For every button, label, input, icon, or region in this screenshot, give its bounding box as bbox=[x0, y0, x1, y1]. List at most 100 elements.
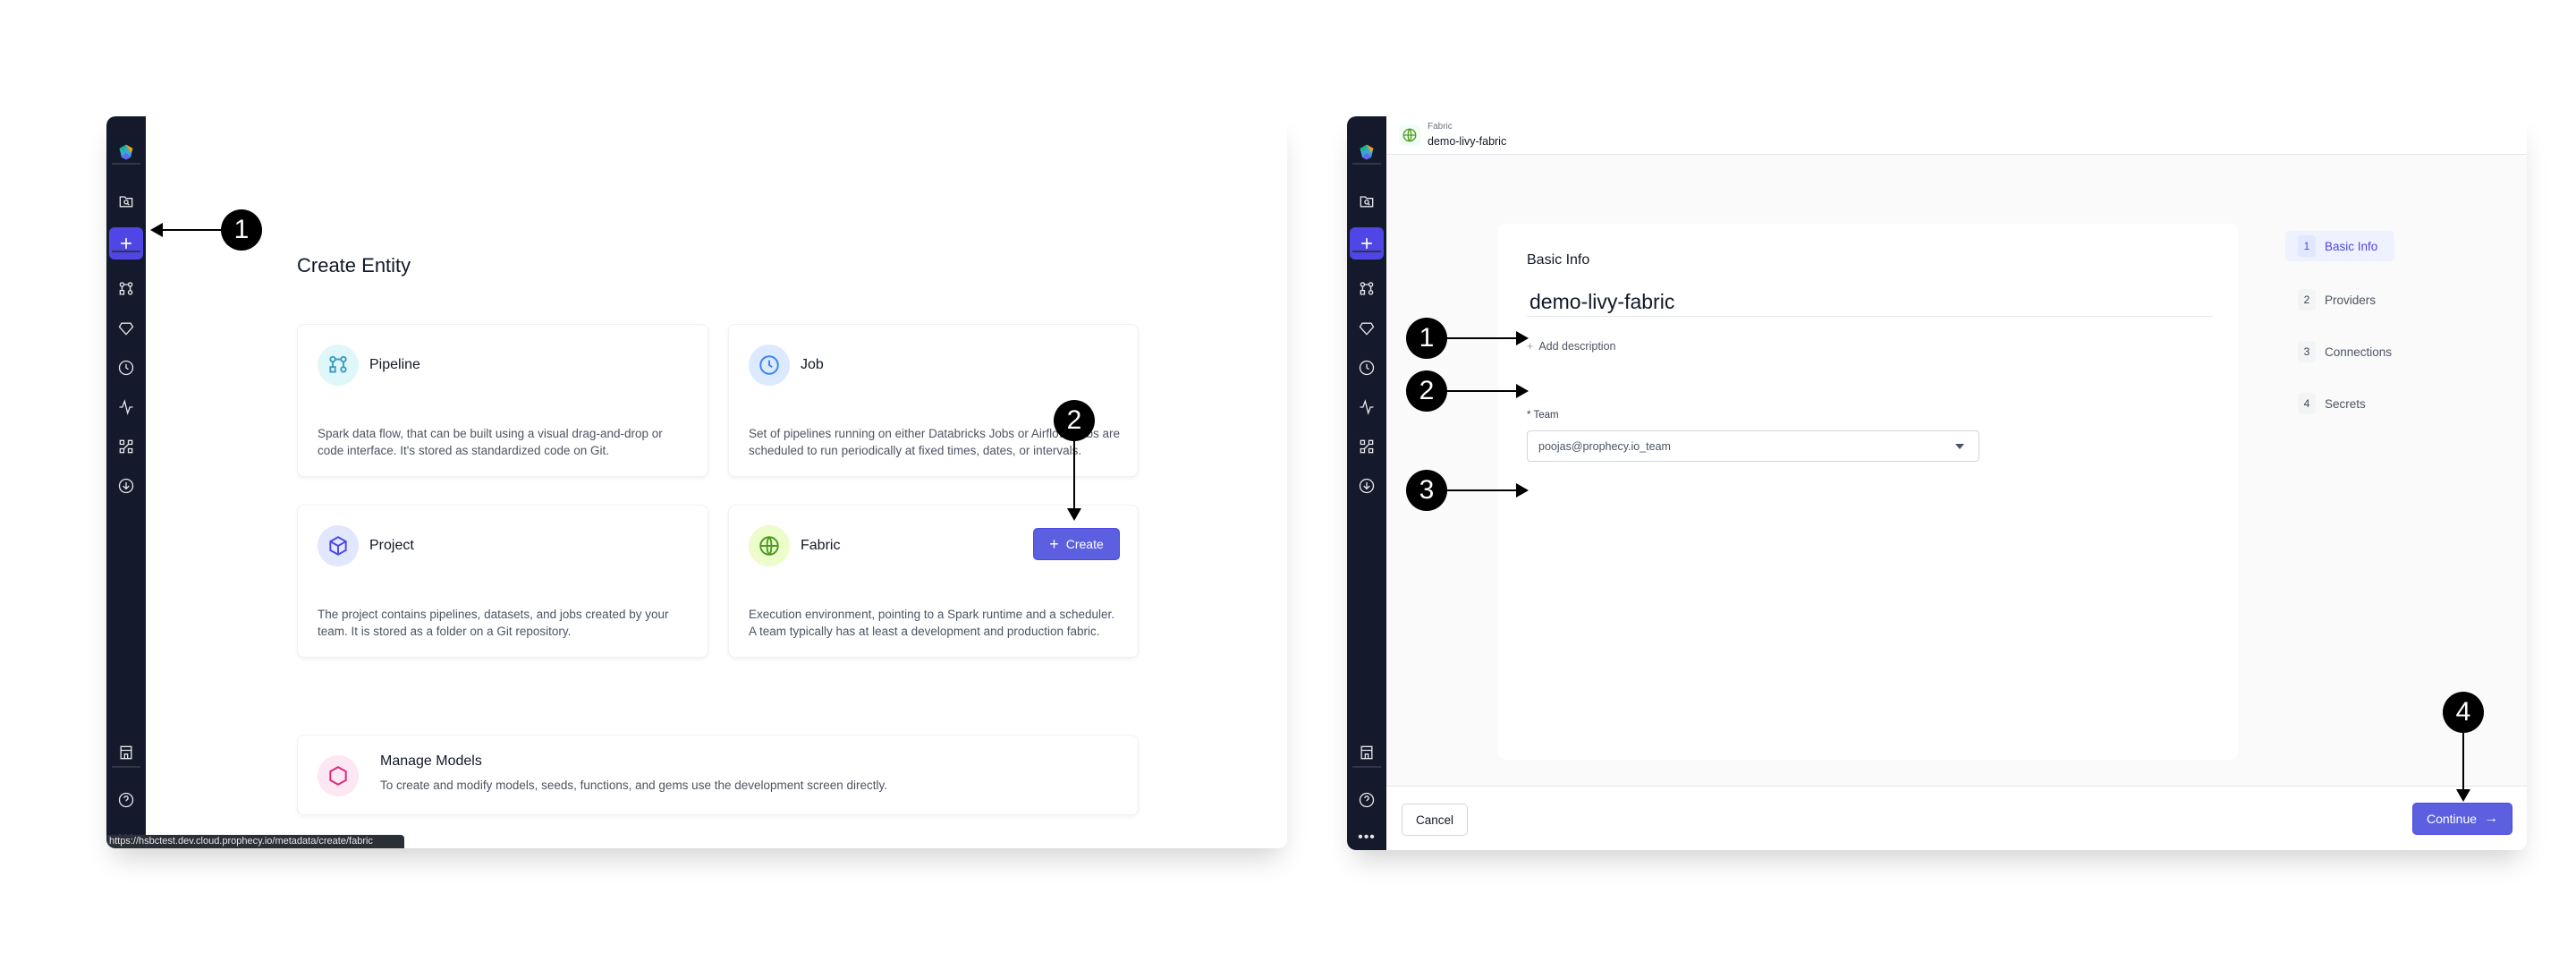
step-4[interactable]: 4 Secrets bbox=[2285, 388, 2394, 419]
card-description: Spark data flow, that can be built using… bbox=[318, 427, 663, 457]
header: Fabric demo-livy-fabric bbox=[1386, 116, 2527, 155]
store-icon[interactable] bbox=[1352, 738, 1381, 767]
entity-type: Fabric bbox=[1428, 122, 1453, 132]
annotation-arrow bbox=[161, 229, 222, 231]
add-description-link[interactable]: + Add description bbox=[1527, 340, 1615, 353]
annotation-arrowhead bbox=[1516, 483, 1529, 498]
pipeline-card[interactable]: Pipeline Spark data flow, that can be bu… bbox=[297, 324, 708, 477]
sidebar-divider bbox=[112, 251, 140, 252]
pipeline-icon[interactable] bbox=[112, 275, 140, 303]
card-description: Execution environment, pointing to a Spa… bbox=[749, 608, 1114, 638]
card-title: Pipeline bbox=[369, 357, 420, 372]
plus-icon[interactable] bbox=[109, 227, 143, 260]
step-number: 3 bbox=[2298, 341, 2316, 362]
store-icon[interactable] bbox=[112, 738, 140, 767]
sidebar-divider bbox=[112, 766, 140, 768]
fabric-name-input[interactable]: demo-livy-fabric bbox=[1527, 290, 2213, 317]
help-icon[interactable] bbox=[112, 786, 140, 814]
project-card[interactable]: Project The project contains pipelines, … bbox=[297, 505, 708, 658]
gem-icon[interactable] bbox=[112, 314, 140, 343]
manage-models-card[interactable]: Manage Models To create and modify model… bbox=[297, 735, 1139, 815]
more-icon[interactable]: ••• bbox=[1352, 823, 1381, 850]
sidebar: ••• bbox=[106, 116, 146, 848]
page-title: Create Entity bbox=[297, 254, 411, 277]
cancel-button[interactable]: Cancel bbox=[1402, 804, 1468, 836]
manage-models-description: To create and modify models, seeds, func… bbox=[380, 779, 888, 792]
file-search-icon[interactable] bbox=[1352, 187, 1381, 216]
annotation-arrow bbox=[1446, 489, 1518, 491]
annotation-marker: 2 bbox=[1406, 370, 1447, 412]
step-label: Connections bbox=[2325, 345, 2393, 359]
annotation-marker: 2 bbox=[1054, 400, 1095, 441]
gem-icon[interactable] bbox=[1352, 314, 1381, 343]
fabric-card[interactable]: Fabric Execution environment, pointing t… bbox=[728, 505, 1139, 658]
add-description-label: Add description bbox=[1538, 340, 1616, 353]
globe-icon bbox=[749, 525, 790, 566]
arrow-right-icon: → bbox=[2484, 811, 2499, 826]
sidebar-divider bbox=[1352, 766, 1381, 768]
clock-icon bbox=[749, 345, 790, 386]
sidebar: ••• bbox=[1347, 116, 1386, 850]
pipeline-icon[interactable] bbox=[1352, 275, 1381, 303]
annotation-arrowhead bbox=[1516, 384, 1529, 398]
team-select-value: poojas@prophecy.io_team bbox=[1538, 440, 1671, 453]
manage-models-title: Manage Models bbox=[380, 753, 482, 769]
card-title: Job bbox=[801, 357, 824, 372]
plus-icon[interactable] bbox=[1350, 227, 1384, 260]
step-number: 2 bbox=[2298, 289, 2316, 311]
caret-down-icon bbox=[1955, 444, 1964, 449]
status-url-tooltip: https://hsbctest.dev.cloud.prophecy.io/m… bbox=[106, 835, 404, 848]
continue-label: Continue bbox=[2426, 812, 2478, 826]
activity-icon[interactable] bbox=[112, 393, 140, 421]
team-select[interactable]: poojas@prophecy.io_team bbox=[1527, 430, 1979, 462]
sidebar-divider bbox=[1352, 163, 1381, 165]
download-icon[interactable] bbox=[112, 472, 140, 500]
annotation-arrow bbox=[1446, 390, 1518, 392]
annotation-arrow bbox=[1073, 440, 1075, 510]
file-search-icon[interactable] bbox=[112, 187, 140, 216]
annotation-arrow bbox=[1446, 337, 1518, 339]
team-label: * Team bbox=[1527, 410, 1559, 421]
continue-button[interactable]: Continue → bbox=[2412, 803, 2512, 835]
hexagon-icon bbox=[318, 755, 359, 796]
sidebar-divider bbox=[112, 163, 140, 165]
step-label: Providers bbox=[2325, 293, 2377, 307]
sidebar-divider bbox=[1352, 251, 1381, 252]
step-3[interactable]: 3 Connections bbox=[2285, 336, 2394, 367]
step-1[interactable]: 1 Basic Info bbox=[2285, 231, 2394, 261]
annotation-marker: 1 bbox=[221, 209, 262, 251]
step-2[interactable]: 2 Providers bbox=[2285, 285, 2394, 315]
entity-name: demo-livy-fabric bbox=[1428, 135, 1507, 148]
annotation-arrowhead bbox=[1516, 331, 1529, 345]
annotation-arrowhead bbox=[150, 223, 163, 237]
annotation-arrowhead bbox=[2456, 789, 2470, 802]
annotation-arrowhead bbox=[1067, 508, 1081, 521]
basic-info-card: Basic Info demo-livy-fabric + Add descrip… bbox=[1498, 224, 2238, 760]
lineage-icon[interactable] bbox=[1352, 432, 1381, 461]
lineage-icon[interactable] bbox=[112, 432, 140, 461]
pipeline-icon bbox=[318, 345, 359, 386]
activity-icon[interactable] bbox=[1352, 393, 1381, 421]
clock-icon[interactable] bbox=[112, 353, 140, 382]
step-number: 1 bbox=[2298, 235, 2316, 257]
annotation-marker: 3 bbox=[1406, 470, 1447, 511]
cube-icon bbox=[318, 525, 359, 566]
annotation-marker: 4 bbox=[2443, 692, 2484, 733]
annotation-marker: 1 bbox=[1406, 318, 1447, 359]
download-icon[interactable] bbox=[1352, 472, 1381, 500]
card-title: Fabric bbox=[801, 538, 841, 553]
step-label: Basic Info bbox=[2325, 239, 2378, 253]
card-description: The project contains pipelines, datasets… bbox=[318, 608, 669, 638]
help-icon[interactable] bbox=[1352, 786, 1381, 814]
create-fabric-button[interactable]: + Create bbox=[1033, 528, 1120, 560]
globe-icon bbox=[1399, 124, 1420, 146]
step-label: Secrets bbox=[2325, 396, 2366, 411]
step-number: 4 bbox=[2298, 393, 2316, 414]
card-title: Project bbox=[369, 538, 414, 553]
clock-icon[interactable] bbox=[1352, 353, 1381, 382]
annotation-arrow bbox=[2462, 732, 2464, 791]
plus-icon: + bbox=[1049, 534, 1059, 553]
create-entity-window: ••• Create Entity Pipeline Spark data fl… bbox=[106, 116, 1287, 848]
section-title: Basic Info bbox=[1527, 252, 1590, 268]
footer: Cancel bbox=[1386, 786, 2527, 850]
